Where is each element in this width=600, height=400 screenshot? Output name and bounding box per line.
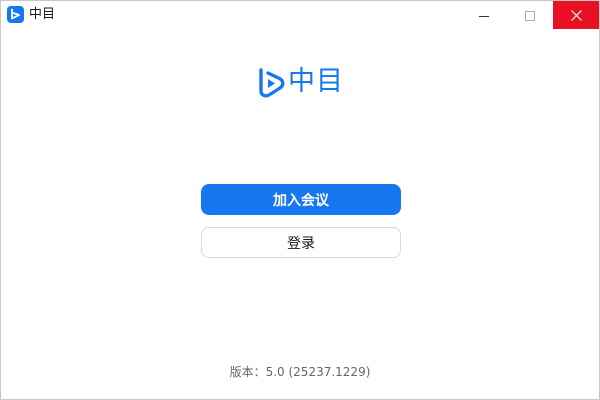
zhongmu-logo-icon: [256, 67, 286, 103]
close-button[interactable]: [553, 1, 599, 29]
close-icon: [570, 6, 582, 25]
maximize-button[interactable]: [507, 1, 553, 29]
join-meeting-button[interactable]: 加入会议: [201, 184, 401, 215]
window-title: 中目: [29, 7, 56, 22]
login-button[interactable]: 登录: [201, 227, 401, 258]
minimize-icon: [479, 6, 489, 25]
app-window: 中目 中目 加入会议 登录 版本：5.0 (25237.1229): [0, 0, 600, 400]
logo-text: 中目: [288, 66, 344, 97]
zhongmu-logo-icon: [7, 6, 24, 23]
version-label: 版本：5.0 (25237.1229): [229, 365, 371, 379]
minimize-button[interactable]: [461, 1, 507, 29]
maximize-icon: [525, 6, 535, 25]
app-logo: 中目: [256, 65, 346, 101]
title-bar[interactable]: 中目: [1, 1, 599, 29]
